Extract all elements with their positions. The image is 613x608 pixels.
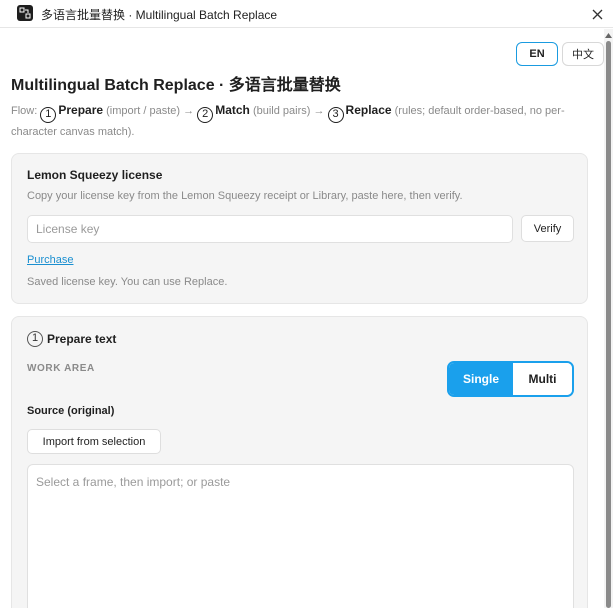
scroll-thumb[interactable] xyxy=(606,41,611,608)
page-title: Multilingual Batch Replace · 多语言批量替换 xyxy=(11,77,341,94)
import-from-selection-button[interactable]: Import from selection xyxy=(27,429,161,454)
work-area-label: WORK AREA xyxy=(27,363,95,374)
mode-multi-button[interactable]: Multi xyxy=(513,363,572,395)
license-status: Saved license key. You can use Replace. xyxy=(27,276,228,288)
vertical-scrollbar[interactable] xyxy=(604,29,613,608)
plugin-window: 多语言批量替换 · Multilingual Batch Replace EN … xyxy=(0,0,613,608)
app-logo-icon xyxy=(17,5,33,21)
prepare-title: Prepare text xyxy=(47,332,117,346)
close-icon xyxy=(592,9,602,19)
arrow-icon: → xyxy=(313,105,325,117)
step-2-badge: 2 xyxy=(197,107,214,123)
prepare-card: 1 Prepare text WORK AREA Single Multi So… xyxy=(11,316,588,608)
step-1-badge: 1 xyxy=(40,107,57,123)
title-bar: 多语言批量替换 · Multilingual Batch Replace xyxy=(0,0,613,28)
mode-single-button[interactable]: Single xyxy=(449,363,513,395)
source-textarea[interactable] xyxy=(27,464,574,608)
language-en-button[interactable]: EN xyxy=(516,42,558,66)
license-title: Lemon Squeezy license xyxy=(27,168,163,182)
license-description: Copy your license key from the Lemon Squ… xyxy=(27,190,463,202)
verify-button[interactable]: Verify xyxy=(521,215,574,242)
step-2-name: Match xyxy=(215,103,250,117)
step-2-hint: (build pairs) xyxy=(252,105,311,117)
close-button[interactable] xyxy=(588,5,606,23)
flow-prefix: Flow: xyxy=(11,105,38,117)
purchase-link[interactable]: Purchase xyxy=(27,254,73,266)
license-key-input[interactable] xyxy=(27,215,513,243)
flow-description: Flow: 1 Prepare (import / paste) → 2 Match… xyxy=(11,101,591,141)
scroll-up-icon[interactable] xyxy=(605,31,612,39)
step-3-badge: 3 xyxy=(327,107,344,123)
mode-toggle: Single Multi xyxy=(447,361,574,397)
prepare-step-badge: 1 xyxy=(27,331,43,347)
arrow-icon: → xyxy=(183,105,195,117)
step-3-name: Replace xyxy=(345,103,392,117)
window-title: 多语言批量替换 · Multilingual Batch Replace xyxy=(41,8,278,22)
license-card: Lemon Squeezy license Copy your license … xyxy=(11,153,588,304)
source-label: Source (original) xyxy=(27,405,115,417)
step-1-hint: (import / paste) xyxy=(106,105,181,117)
step-1-name: Prepare xyxy=(58,103,104,117)
language-zh-button[interactable]: 中文 xyxy=(562,42,604,66)
